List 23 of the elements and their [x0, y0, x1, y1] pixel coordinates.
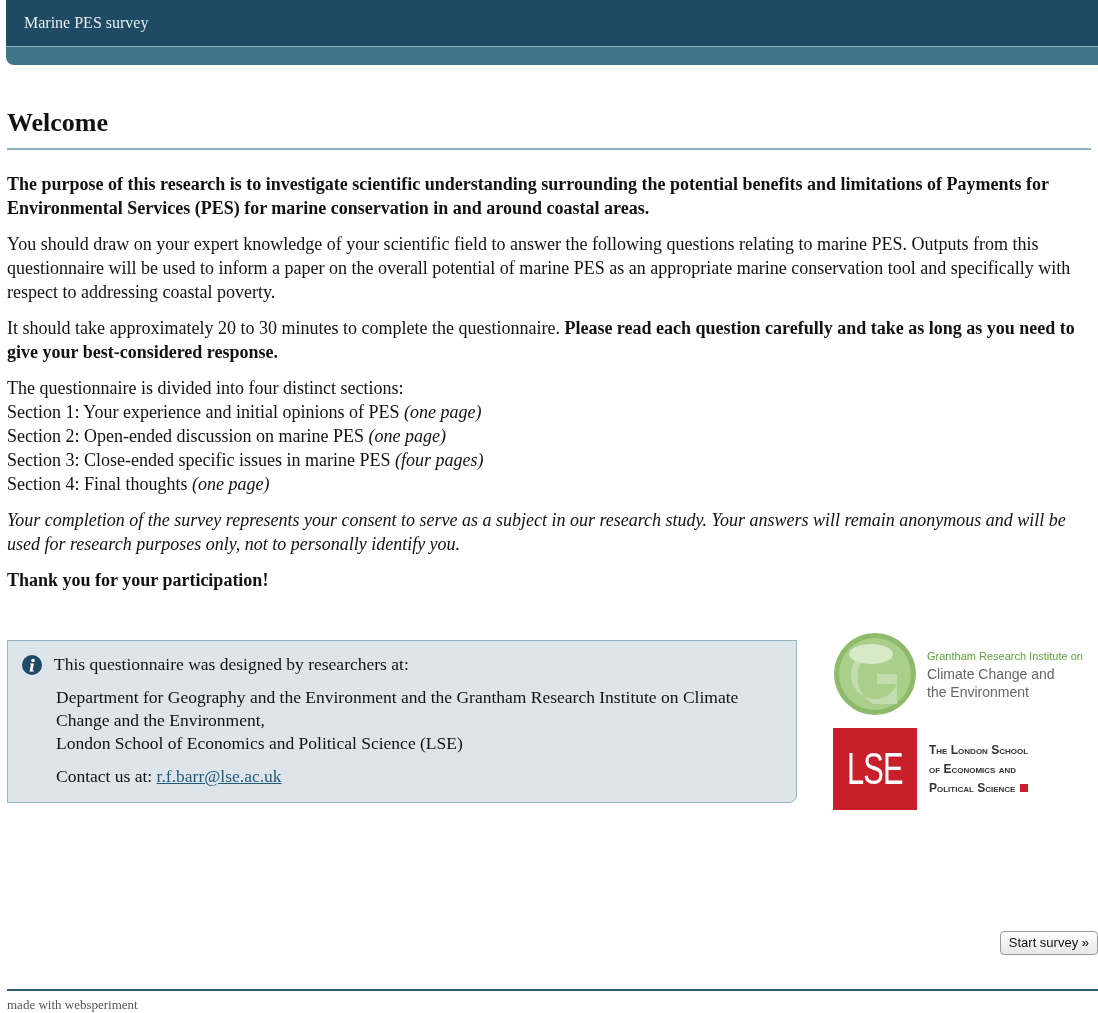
institute-name-line: Climate Change and — [927, 665, 1056, 683]
institute-name-line: the Environment — [927, 683, 1030, 701]
institute-name-line: Grantham Research Institute on — [927, 649, 1083, 664]
school-name-line: of Economics and — [929, 760, 1018, 778]
info-icon — [22, 654, 42, 675]
square-mark-icon — [1020, 784, 1029, 792]
lse-logo: LSE — [833, 728, 917, 810]
school-name-line: Political Science — [929, 779, 1016, 797]
paragraph: The purpose of this research is to investigate scientific understanding surrounding the potential benefits and limitations of Payments for Environmental Services (PES) for marine conservation in and around coastal areas. — [7, 173, 1050, 220]
address-text: Department for Geography and the Environment and the Grantham Research Institute on Climate Change and the Environment, London School of Economics and Political Science (LSE) — [56, 686, 740, 755]
footer-text: made with websperiment — [7, 997, 138, 1013]
paragraph: It should take approximately 20 to 30 minutes to complete the questionnaire. Please read each question carefully and take as long as you need to give your best-considered response. — [7, 317, 1076, 364]
email-link[interactable]: r.f.barr@lse.ac.uk — [156, 766, 282, 786]
school-name-line: The London School — [929, 741, 1029, 759]
paragraph: Your completion of the survey represents your consent to serve as a subject in our research study. Your answers will remain anonymous and will be used for research purposes only, not to personally identify you. — [7, 509, 1067, 556]
page-heading: Welcome — [7, 103, 1091, 150]
start-survey-button[interactable]: Start survey » — [999, 931, 1098, 955]
paragraph: Thank you for your participation! — [7, 569, 270, 592]
paragraph: You should draw on your expert knowledge of your scientific field to answer the following questions relating to marine PES. Outputs from this questionnaire will be used to inform a paper on the overall potential of marine PES as an appropriate marine conservation tool and specifically with respect to addressing coastal poverty. — [7, 233, 1072, 304]
section-list: The questionnaire is divided into four distinct sections: Section 1: Your experience and initial opinions of PES (one page) Section 2: Open-ended discussion on marine PES (one page) Section 3: Close-ended specific issues in marine PES (four pages) Section 4: Final thoughts (one page) — [7, 376, 1091, 496]
contact-label: Contact us at: — [56, 766, 153, 786]
site-title: Marine PES survey — [24, 13, 149, 34]
info-intro: This questionnaire was designed by researchers at: — [54, 653, 409, 676]
